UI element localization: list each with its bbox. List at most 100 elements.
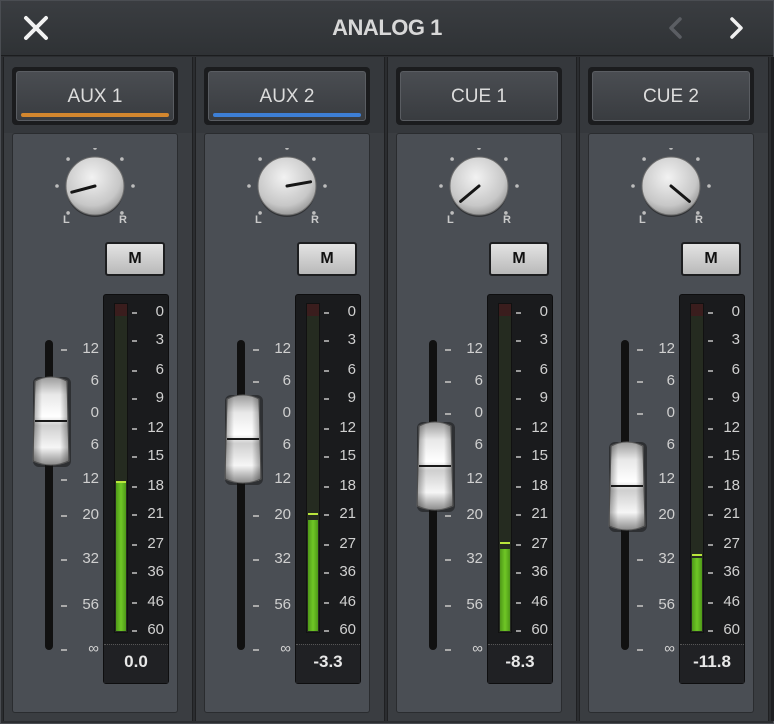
meter-tick (516, 340, 521, 342)
meter-label: 12 (531, 419, 548, 436)
meter-tick (324, 312, 329, 314)
meter-label: 3 (539, 331, 548, 348)
meter-label: 0 (539, 303, 548, 320)
meter-tick (132, 428, 137, 430)
fader-scale: 12 6 0 6 12 20 32 56 ∞ (249, 340, 297, 657)
meter-label: 46 (339, 593, 356, 610)
meter-scale: 0 3 6 9 12 15 18 21 27 36 46 60 (708, 303, 744, 638)
meter-label: 18 (531, 477, 548, 494)
pan-knob[interactable]: L R (247, 146, 327, 228)
fader-track[interactable] (237, 340, 245, 650)
meter-tick (516, 602, 521, 604)
meter-label: 6 (347, 361, 356, 378)
scale-label: 20 (274, 506, 291, 523)
meter-label: 3 (155, 331, 164, 348)
meter-label: 60 (723, 621, 740, 638)
channel-label-face: CUE 2 (592, 71, 750, 121)
scale-label: 6 (666, 372, 675, 389)
channel-strip: CUE 1 L R M 12 6 0 6 12 20 32 56 ∞ 0 3 6… (387, 57, 577, 721)
meter-tick (708, 572, 713, 574)
meter-label: 18 (723, 477, 740, 494)
meter-label: 3 (731, 331, 740, 348)
meter-tick (708, 428, 713, 430)
meter-label: 36 (723, 563, 740, 580)
channel-label-button[interactable]: AUX 1 (12, 67, 178, 125)
meter-label: 36 (339, 563, 356, 580)
meter-label: 27 (147, 535, 164, 552)
meter-label: 27 (339, 535, 356, 552)
chevron-right-icon (730, 17, 743, 39)
mute-button[interactable]: M (105, 242, 165, 276)
scale-label: 32 (274, 550, 291, 567)
strip-header: CUE 2 (580, 57, 768, 133)
channel-label-button[interactable]: AUX 2 (204, 67, 370, 125)
meter-label: 12 (339, 419, 356, 436)
scale-label: 12 (82, 340, 99, 357)
channel-label: CUE 1 (451, 86, 507, 107)
meter-tick (324, 456, 329, 458)
meter-fill (116, 482, 126, 631)
meter-label: 9 (347, 389, 356, 406)
pan-left-label: L (447, 214, 454, 226)
meter-tick (132, 630, 137, 632)
level-meter: 0 3 6 9 12 15 18 21 27 36 46 60 -3.3 (295, 294, 361, 684)
next-button[interactable] (721, 13, 751, 43)
meter-tick (324, 340, 329, 342)
pan-knob[interactable]: L R (439, 146, 519, 228)
window-title: ANALOG 1 (332, 15, 442, 40)
channel-panel: L R M 12 6 0 6 12 20 32 56 ∞ 0 3 6 9 12 … (12, 133, 178, 713)
meter-label: 27 (723, 535, 740, 552)
meter-label: 18 (147, 477, 164, 494)
fader-handle[interactable] (221, 391, 265, 487)
pan-knob[interactable]: L R (55, 146, 135, 228)
meter-peak (116, 481, 126, 483)
meter-label: 46 (147, 593, 164, 610)
meter-label: 46 (531, 593, 548, 610)
scale-label: 56 (82, 596, 99, 613)
meter-bar (498, 303, 512, 633)
meter-peak (500, 542, 510, 544)
mute-button[interactable]: M (297, 242, 357, 276)
pan-right-label: R (503, 214, 511, 226)
previous-button[interactable] (661, 13, 691, 43)
meter-tick (516, 398, 521, 400)
mute-button[interactable]: M (489, 242, 549, 276)
fader-handle[interactable] (29, 373, 73, 469)
meter-fill (692, 558, 702, 631)
meter-tick (324, 602, 329, 604)
meter-tick (132, 602, 137, 604)
meter-label: 0 (347, 303, 356, 320)
channel-label-button[interactable]: CUE 1 (396, 67, 562, 125)
meter-tick (516, 514, 521, 516)
scale-label: 56 (658, 596, 675, 613)
scale-label: 12 (658, 340, 675, 357)
scale-label: 6 (474, 372, 483, 389)
level-meter: 0 3 6 9 12 15 18 21 27 36 46 60 0.0 (103, 294, 169, 684)
channel-panel: L R M 12 6 0 6 12 20 32 56 ∞ 0 3 6 9 12 … (588, 133, 754, 713)
scale-label: 12 (274, 340, 291, 357)
mute-button[interactable]: M (681, 242, 741, 276)
channel-strip: CUE 2 L R M 12 6 0 6 12 20 32 56 ∞ 0 3 6… (579, 57, 769, 721)
meter-tick (708, 486, 713, 488)
scale-label: 6 (282, 372, 291, 389)
meter-label: 15 (723, 447, 740, 464)
scale-label: 32 (82, 550, 99, 567)
meter-bar (306, 303, 320, 633)
level-readout: -11.8 (680, 644, 744, 683)
meter-label: 0 (155, 303, 164, 320)
meter-tick (708, 398, 713, 400)
channel-label-button[interactable]: CUE 2 (588, 67, 754, 125)
channel-label-face: CUE 1 (400, 71, 558, 121)
scale-label: ∞ (664, 640, 675, 657)
fader-handle[interactable] (413, 418, 457, 514)
chevron-left-icon (669, 17, 682, 39)
pan-left-label: L (639, 214, 646, 226)
meter-tick (324, 370, 329, 372)
meter-tick (516, 312, 521, 314)
meter-label: 21 (339, 505, 356, 522)
meter-tick (324, 398, 329, 400)
meter-label: 12 (723, 419, 740, 436)
fader-handle[interactable] (605, 438, 649, 534)
pan-knob[interactable]: L R (631, 146, 711, 228)
meter-bar (690, 303, 704, 633)
